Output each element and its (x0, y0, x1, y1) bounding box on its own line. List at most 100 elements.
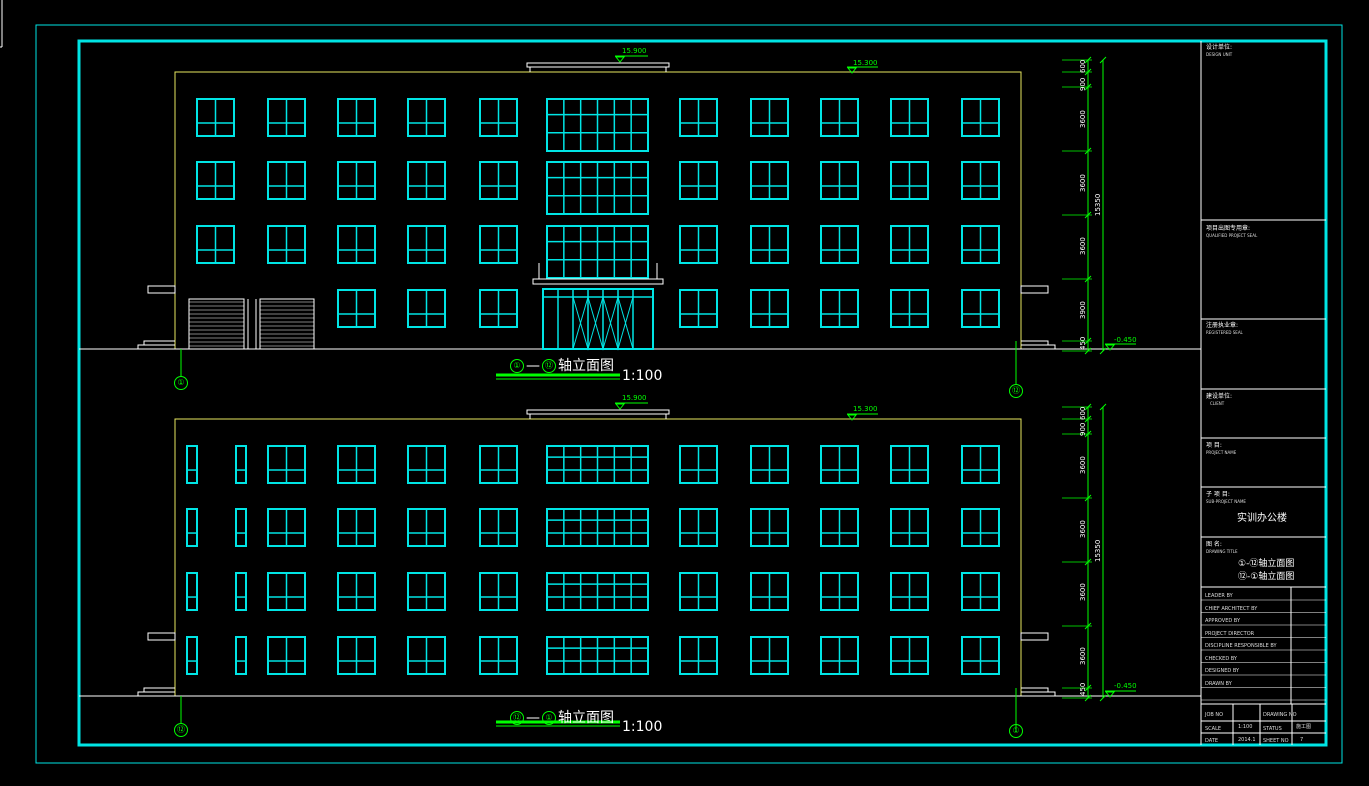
project-seal-sub: QUALIFIED PROJECT SEAL (1206, 233, 1258, 238)
rolling-shutter (259, 298, 315, 350)
title-dash: — (526, 710, 540, 726)
signature-row: APPROVED BY (1205, 618, 1241, 624)
view-1-dim-1: 600 (1079, 59, 1087, 73)
view-1-axis-right: ⑫ (1009, 384, 1023, 398)
view-1-elev-roof: 15.300 (853, 59, 878, 67)
narrow-window (235, 572, 247, 611)
drawing-title-sub: DRAWING TITLE (1206, 549, 1238, 554)
view-1-dim-6: 450 (1079, 336, 1087, 350)
side-canopy (147, 632, 176, 641)
signature-row: DISCIPLINE RESPONSIBLE BY (1205, 643, 1277, 649)
view-2-dim-0: 900 (1079, 422, 1087, 436)
view-1-dim-5: 3900 (1079, 301, 1087, 319)
view-2-dim-2: 3600 (1079, 456, 1087, 474)
project-label: 项 目: (1206, 442, 1222, 449)
view-2-total: 15350 (1094, 539, 1102, 562)
side-canopy (1020, 285, 1049, 294)
narrow-window (235, 508, 247, 547)
drawing-title-label: 图 名: (1206, 541, 1222, 548)
scale-value: 1:100 (1238, 724, 1253, 730)
steps (137, 687, 175, 696)
parapet (526, 62, 670, 68)
view-1-total: 15350 (1094, 193, 1102, 216)
inner-frame (77, 39, 1328, 747)
view-2-dim-5: 3600 (1079, 647, 1087, 665)
entrance-canopy (532, 278, 664, 285)
drawing-no-label: DRAWING NO (1263, 712, 1297, 718)
client-label: 建设单位: (1206, 393, 1233, 400)
subproject-name: 实训办公楼 (1237, 513, 1287, 524)
date-value: 2014.1 (1238, 737, 1256, 743)
subproject-label: 子 项 目: (1206, 491, 1230, 498)
view-1-dim-0: 900 (1079, 77, 1087, 91)
design-unit-label: 设计单位: (1206, 44, 1233, 51)
signature-row: CHECKED BY (1205, 655, 1237, 662)
project-sub: PROJECT NAME (1206, 450, 1237, 455)
entrance-door (542, 288, 654, 350)
elevation-view-2 (79, 402, 1201, 731)
rolling-shutter (188, 298, 245, 350)
title-block-grid (1201, 219, 1326, 745)
view-1-title: ① — ⑫ 轴立面图 (508, 355, 614, 375)
elevation-drawing (0, 0, 1343, 764)
title-axis-end: ① (542, 711, 556, 725)
view-1-dim-2: 3600 (1079, 110, 1087, 128)
reg-seal-label: 注册执业章: (1206, 322, 1239, 329)
title-text: 轴立面图 (558, 358, 614, 374)
title-axis-start: ⑫ (510, 711, 524, 725)
view-2-dim-1: 600 (1079, 406, 1087, 420)
view-2-dim-3: 3600 (1079, 520, 1087, 538)
date-label: DATE (1205, 738, 1219, 744)
view-2-scale: 1:100 (622, 719, 663, 735)
status-value: 施工图 (1296, 724, 1312, 730)
view-1-scale: 1:100 (622, 368, 663, 384)
view-1-axis-left: ① (174, 376, 188, 390)
job-no-label: JOB NO (1205, 712, 1224, 718)
steps (137, 340, 175, 349)
sheet-value: 7 (1300, 737, 1304, 743)
signature-row: LEADER BY (1205, 593, 1233, 599)
view-1-elev-top: 15.900 (622, 47, 647, 55)
subproject-sub: SUB-PROJECT NAME (1206, 499, 1246, 504)
view-2-elev-top: 15.900 (622, 394, 647, 402)
project-seal-label: 项目出图专用章: (1206, 225, 1251, 232)
signature-row: DRAWN BY (1205, 680, 1232, 687)
narrow-window (235, 445, 247, 484)
title-dash: — (526, 358, 540, 374)
drawing-title-1: ①-⑫轴立面图 (1238, 559, 1295, 569)
side-canopy (1020, 632, 1049, 641)
steps (1021, 340, 1056, 349)
view-1-elev-ground: -0.450 (1114, 336, 1137, 344)
view-2-title: ⑫ — ① 轴立面图 (508, 707, 614, 727)
view-2-axis-right: ① (1009, 724, 1023, 738)
narrow-window (186, 445, 198, 484)
title-axis-end: ⑫ (542, 359, 556, 373)
title-text: 轴立面图 (558, 710, 614, 726)
narrow-window (186, 572, 198, 611)
client-sub: CLIENT (1210, 401, 1225, 406)
view-2-axis-left: ⑫ (174, 723, 188, 737)
sheet-label: SHEET NO (1263, 738, 1289, 744)
view-2-elev-roof: 15.300 (853, 405, 878, 413)
reg-seal-sub: REGISTERED SEAL (1206, 330, 1243, 335)
drawing-title-2: ⑫-①轴立面图 (1238, 572, 1295, 582)
title-axis-start: ① (510, 359, 524, 373)
side-canopy (147, 285, 176, 294)
narrow-window (235, 636, 247, 675)
narrow-window (186, 636, 198, 675)
view-1-dim-3: 3600 (1079, 174, 1087, 192)
elev-marker (614, 56, 626, 63)
signature-row: CHIEF ARCHITECT BY (1205, 605, 1258, 612)
narrow-window (186, 508, 198, 547)
view-1-dim-4: 3600 (1079, 237, 1087, 255)
elevation-view-1 (79, 55, 1201, 384)
signature-row: DESIGNED BY (1205, 668, 1240, 674)
view-2-elev-ground: -0.450 (1114, 682, 1137, 690)
view-2-dim-4: 3600 (1079, 583, 1087, 601)
signature-row: PROJECT DIRECTOR (1205, 630, 1255, 637)
steps (1021, 687, 1056, 696)
elev-marker (614, 403, 626, 410)
status-label: STATUS (1263, 726, 1282, 732)
scale-label: SCALE (1205, 726, 1222, 732)
view-2-dim-6: 450 (1079, 682, 1087, 696)
